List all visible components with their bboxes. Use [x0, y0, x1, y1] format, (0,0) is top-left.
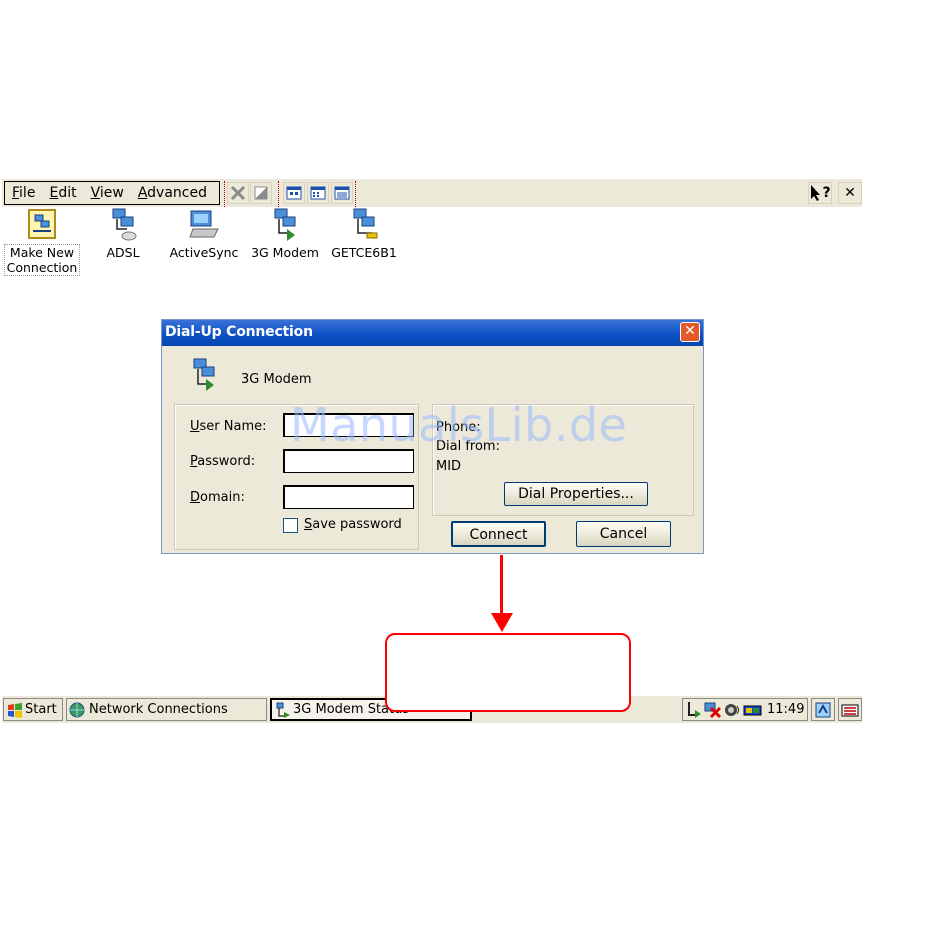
user-name-label: User Name:	[190, 419, 267, 434]
desktop-icon-label: ActiveSync	[169, 245, 239, 260]
system-tray: 11:49	[682, 698, 808, 721]
toolbar-separator	[278, 181, 279, 207]
activesync-icon	[188, 207, 220, 243]
large-icons-view-icon	[286, 186, 302, 200]
dialog-title: Dial-Up Connection	[165, 324, 313, 340]
desktop-icon-getce6b1[interactable]: GETCE6B1	[327, 207, 401, 260]
window-close-button[interactable]: ✕	[838, 182, 862, 204]
close-icon: ✕	[844, 185, 856, 201]
delete-icon	[230, 185, 246, 201]
battery-signal-icon[interactable]	[743, 703, 763, 717]
cancel-button[interactable]: Cancel	[576, 521, 671, 547]
start-button[interactable]: Start	[3, 698, 63, 721]
windows-logo-icon	[8, 702, 22, 718]
properties-icon	[254, 186, 268, 200]
desktop-icon-adsl[interactable]: ADSL	[86, 207, 160, 260]
delete-button[interactable]	[227, 182, 249, 204]
password-label: Password:	[190, 454, 256, 469]
keyboard-button[interactable]	[838, 698, 862, 721]
clock[interactable]: 11:49	[767, 702, 804, 717]
desktop-icon-label: GETCE6B1	[331, 245, 397, 260]
menu-advanced[interactable]: Advanced	[131, 185, 214, 201]
domain-label: Domain:	[190, 490, 245, 505]
dial-from-value: MID	[436, 459, 462, 474]
taskbar-item-network-connections[interactable]: Network Connections	[66, 698, 267, 721]
annotation-arrow-line	[500, 555, 503, 619]
modem-tray-icon[interactable]	[686, 701, 702, 719]
menu-edit[interactable]: Edit	[42, 185, 83, 201]
close-icon: ✕	[684, 323, 696, 339]
connection-name: 3G Modem	[241, 372, 312, 387]
task-label: Network Connections	[89, 702, 228, 717]
start-label: Start	[25, 702, 57, 717]
connect-button[interactable]: Connect	[451, 521, 546, 547]
annotation-arrowhead	[491, 613, 513, 632]
keyboard-icon	[841, 704, 859, 716]
network-globe-icon	[69, 702, 85, 717]
modem-connection-icon	[269, 207, 301, 243]
large-icons-button[interactable]	[283, 182, 305, 204]
domain-input[interactable]	[283, 485, 414, 509]
menu-bar: File Edit View Advanced	[4, 181, 220, 205]
lan-connection-icon	[348, 207, 380, 243]
sound-icon[interactable]	[723, 701, 741, 719]
small-icons-button[interactable]	[307, 182, 329, 204]
watermark: ManualsLib.de	[290, 398, 628, 452]
desktop-icon-label: 3G Modem	[251, 245, 319, 260]
desktop-icon-label: ADSL	[106, 245, 140, 260]
small-icons-view-icon	[310, 186, 326, 200]
help-glyph: ?	[822, 185, 831, 201]
details-view-button[interactable]	[331, 182, 353, 204]
help-button[interactable]: ?	[808, 182, 832, 204]
connection-icon	[190, 358, 222, 396]
desktop-switch-button[interactable]	[811, 698, 835, 721]
menu-view[interactable]: View	[84, 185, 131, 201]
toolbar-separator	[224, 181, 225, 207]
desktop-icon-make-new-connection[interactable]: Make New Connection	[4, 207, 80, 276]
details-view-icon	[334, 186, 350, 200]
menu-file[interactable]: File	[5, 185, 42, 201]
make-new-connection-icon	[26, 207, 58, 243]
network-disconnected-icon[interactable]	[704, 701, 722, 719]
desktop-icon-3g-modem[interactable]: 3G Modem	[248, 207, 322, 260]
desktop-icon	[815, 702, 831, 717]
annotation-callout-box	[385, 633, 631, 712]
network-connection-icon	[107, 207, 139, 243]
desktop-icon-label: Make New Connection	[4, 244, 80, 276]
properties-button[interactable]	[250, 182, 272, 204]
dialog-titlebar[interactable]: Dial-Up Connection ✕	[162, 320, 703, 346]
modem-status-icon	[276, 702, 290, 718]
dialog-close-button[interactable]: ✕	[680, 322, 700, 342]
password-input[interactable]	[283, 449, 414, 473]
toolbar-separator	[355, 181, 356, 207]
save-password-checkbox[interactable]	[283, 518, 298, 533]
save-password-label[interactable]: Save password	[304, 517, 402, 532]
desktop-icon-activesync[interactable]: ActiveSync	[167, 207, 241, 260]
dial-properties-button[interactable]: Dial Properties...	[504, 482, 648, 506]
